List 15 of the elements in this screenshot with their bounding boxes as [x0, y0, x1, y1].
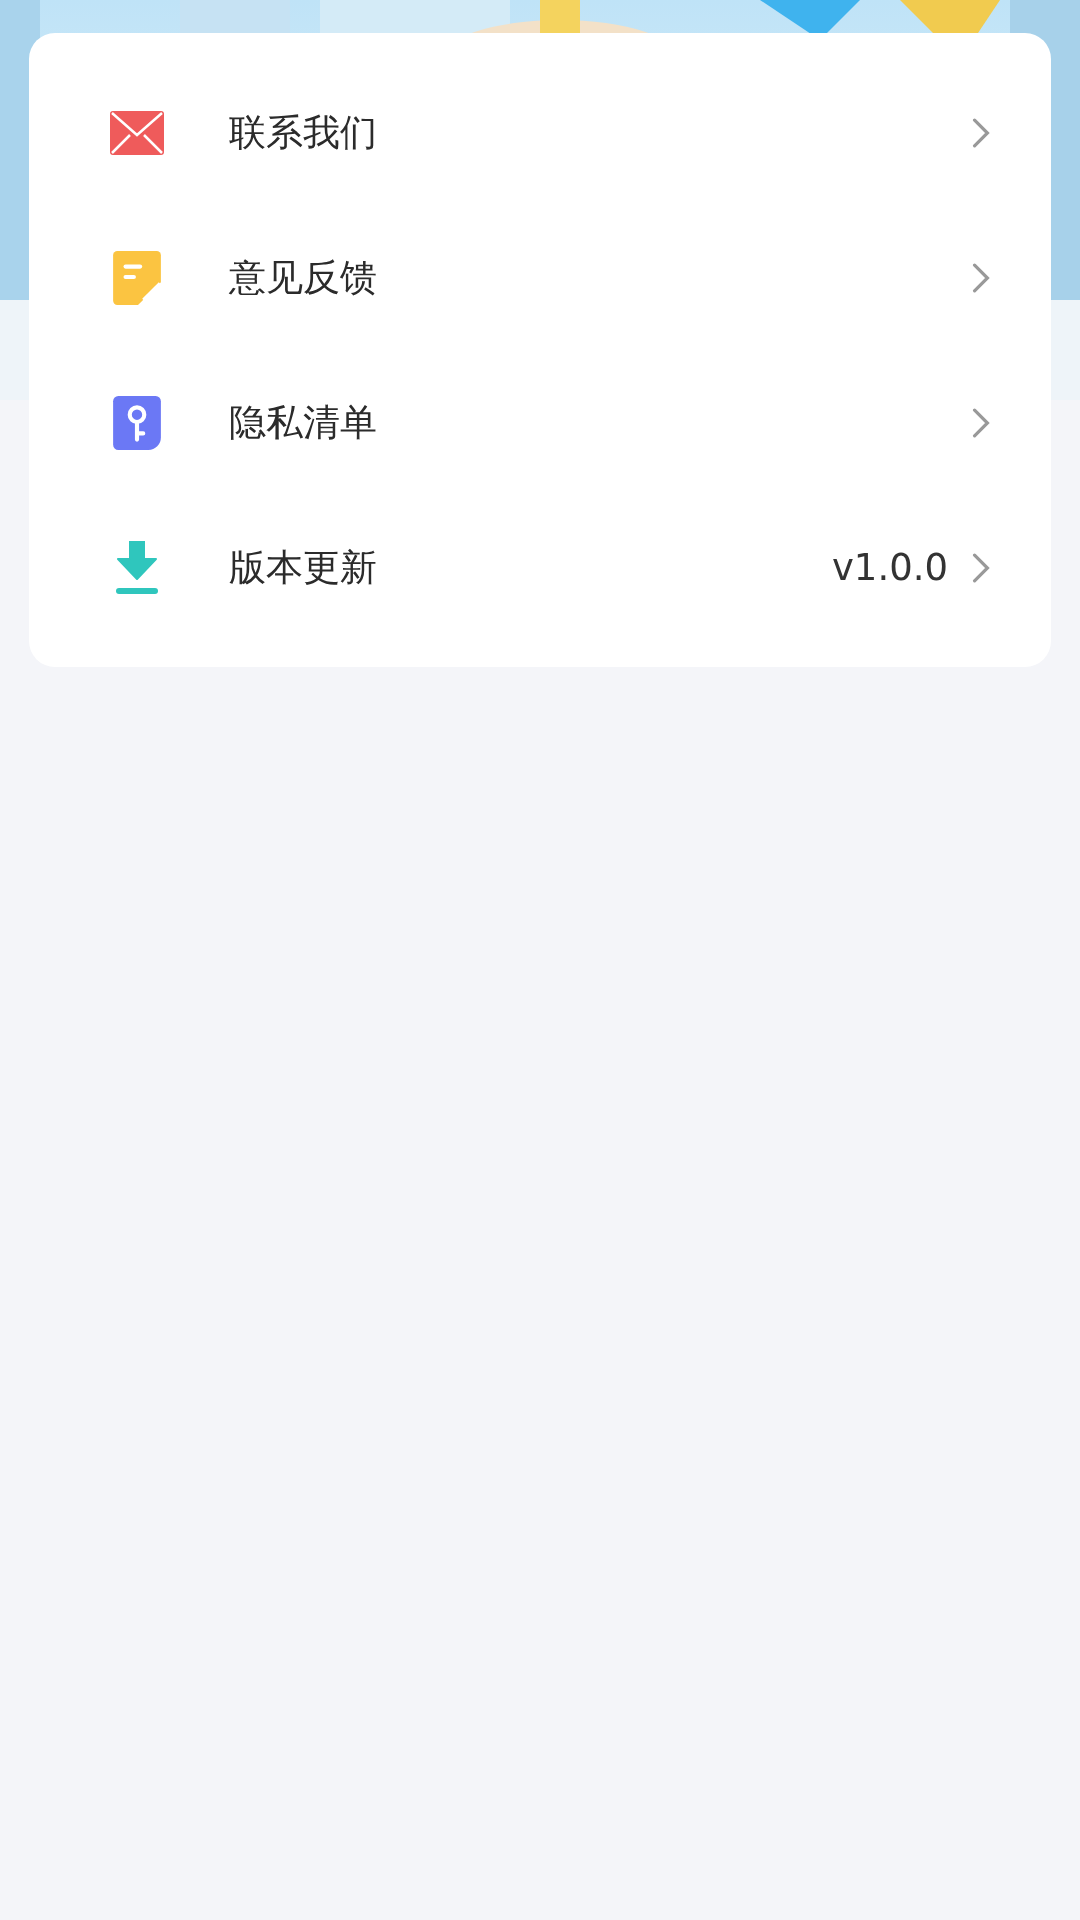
- chevron-icon: [972, 262, 990, 293]
- menu-item[interactable]: 隐私清单: [29, 350, 1051, 495]
- chevron-icon: [972, 117, 990, 148]
- menu-item[interactable]: 联系我们: [29, 60, 1051, 205]
- menu-label: 隐私清单: [229, 399, 378, 446]
- chevron-icon: [972, 552, 990, 583]
- menu-item[interactable]: 意见反馈: [29, 205, 1051, 350]
- menu-label: 联系我们: [229, 109, 378, 156]
- chevron-icon: [972, 407, 990, 438]
- menu-item[interactable]: 版本更新 v1.0.0: [29, 495, 1051, 640]
- key-icon: [110, 395, 164, 450]
- version-text: v1.0.0: [831, 546, 948, 589]
- menu-label: 意见反馈: [229, 254, 378, 301]
- note-edit-icon: [110, 250, 164, 305]
- menu-label: 版本更新: [229, 544, 378, 591]
